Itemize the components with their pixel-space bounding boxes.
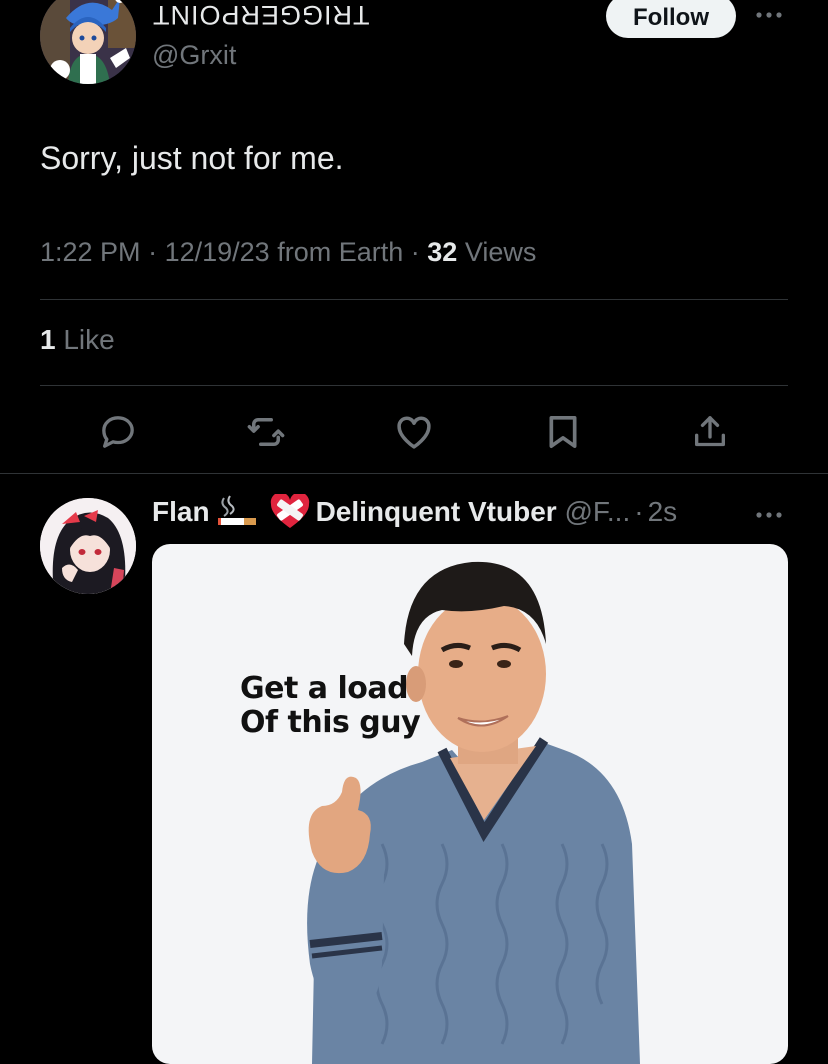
more-options-icon[interactable] — [752, 0, 786, 20]
tweet-time: 1:22 PM — [40, 237, 141, 267]
views-label: Views — [464, 237, 537, 267]
meme-caption: Get a load Of this guy — [240, 671, 421, 740]
reply-timestamp[interactable]: 2s — [648, 496, 678, 528]
like-icon[interactable] — [392, 410, 436, 454]
tweet-metadata: 1:22 PM · 12/19/23 from Earth · 32 Views — [40, 237, 536, 268]
tweet-text: Sorry, just not for me. — [40, 140, 344, 176]
divider — [40, 299, 788, 300]
retweet-icon[interactable] — [244, 410, 288, 454]
likes-label: Like — [63, 324, 115, 355]
reply-author-name[interactable]: Flan — [152, 496, 210, 528]
reply-author-avatar[interactable] — [40, 498, 136, 594]
reply-media-image[interactable]: Get a load Of this guy — [152, 544, 788, 1064]
meme-caption-line: Of this guy — [240, 705, 421, 740]
reply-author-name-suffix[interactable]: Delinquent Vtuber — [316, 496, 557, 528]
bookmark-icon[interactable] — [541, 410, 585, 454]
likes-summary[interactable]: 1 Like — [40, 324, 115, 356]
tweet-date-location: 12/19/23 from Earth — [164, 237, 404, 267]
reply-icon[interactable] — [96, 410, 140, 454]
mending-heart-icon — [270, 492, 310, 530]
share-icon[interactable] — [688, 410, 732, 454]
section-divider — [0, 473, 828, 474]
divider — [40, 385, 788, 386]
reply-header: Flan Delinquent Vtuber @F... · 2s — [152, 492, 678, 530]
reply-author-handle[interactable]: @F... — [564, 496, 630, 528]
meta-separator: · — [148, 237, 158, 267]
views-count: 32 — [427, 237, 458, 267]
meta-separator: · — [634, 496, 644, 527]
meme-caption-line: Get a load — [240, 671, 409, 706]
author-display-name[interactable]: TRIGGERPOINT — [152, 0, 370, 30]
author-handle[interactable]: @Grxit — [152, 40, 236, 71]
cigarette-emoji-icon — [216, 494, 258, 530]
meta-separator: · — [410, 237, 420, 267]
reply-more-options-icon[interactable] — [752, 505, 786, 525]
author-avatar[interactable] — [40, 0, 136, 84]
follow-button[interactable]: Follow — [606, 0, 736, 38]
likes-count: 1 — [40, 324, 56, 355]
